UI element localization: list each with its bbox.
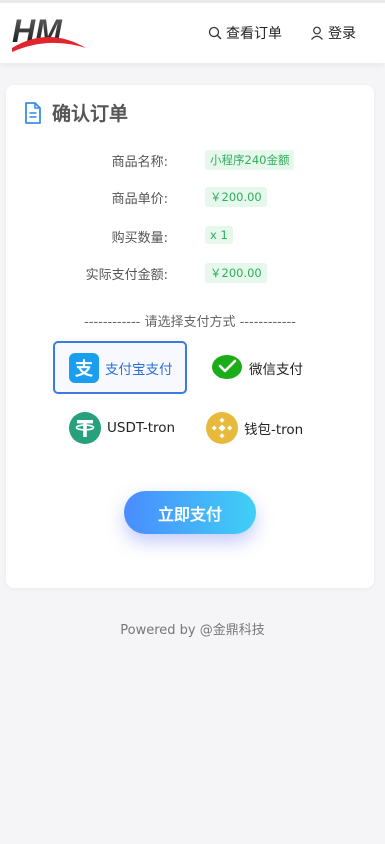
user-icon <box>311 26 323 40</box>
site-logo[interactable]: HM <box>10 12 88 56</box>
pay-option-label: USDT-tron <box>107 419 176 436</box>
field-total-amount: 实际支付金额: ￥200.00 <box>6 261 374 285</box>
card-header: 确认订单 <box>24 99 128 126</box>
pay-option-wallet[interactable]: 钱包-tron <box>206 401 316 454</box>
pay-option-usdt[interactable]: USDT-tron <box>69 401 189 454</box>
field-label: 商品单价: <box>111 192 168 207</box>
payment-method-divider: ------------ 请选择支付方式 ------------ <box>84 315 296 330</box>
field-value: x 1 <box>205 226 233 244</box>
pay-option-alipay[interactable]: 支 支付宝支付 <box>53 341 187 394</box>
field-unit-price: 商品单价: ￥200.00 <box>6 185 374 209</box>
footer-credit: Powered by @金鼎科技 <box>120 623 265 638</box>
pay-option-label: 微信支付 <box>249 361 303 378</box>
field-label: 购买数量: <box>111 231 168 246</box>
wechat-pay-icon <box>211 353 243 383</box>
field-product-name: 商品名称: 小程序240金额 <box>6 148 374 172</box>
pay-option-label: 支付宝支付 <box>105 361 173 378</box>
field-value: ￥200.00 <box>205 263 267 283</box>
field-label: 商品名称: <box>111 155 168 170</box>
page-title: 确认订单 <box>52 103 129 125</box>
view-orders-label: 查看订单 <box>226 26 282 42</box>
field-label: 实际支付金额: <box>85 268 168 283</box>
login-label: 登录 <box>328 26 356 42</box>
view-orders-link[interactable]: 查看订单 <box>208 23 282 43</box>
svg-text:支: 支 <box>74 358 94 380</box>
binance-icon <box>206 411 238 444</box>
tether-icon <box>69 411 101 444</box>
top-bar: HM 查看订单 登录 <box>0 0 385 63</box>
order-confirm-card: 确认订单 商品名称: 小程序240金额 商品单价: ￥200.00 购买数量: … <box>6 85 374 588</box>
login-link[interactable]: 登录 <box>310 23 356 43</box>
pay-now-button[interactable]: 立即支付 <box>124 491 256 534</box>
search-icon <box>208 26 222 40</box>
document-icon <box>25 101 41 124</box>
field-value: 小程序240金额 <box>205 150 295 170</box>
field-value: ￥200.00 <box>205 187 267 207</box>
alipay-icon: 支 <box>69 352 99 383</box>
pay-option-wechat[interactable]: 微信支付 <box>211 341 321 394</box>
field-quantity: 购买数量: x 1 <box>6 224 374 248</box>
pay-option-label: 钱包-tron <box>244 421 304 438</box>
